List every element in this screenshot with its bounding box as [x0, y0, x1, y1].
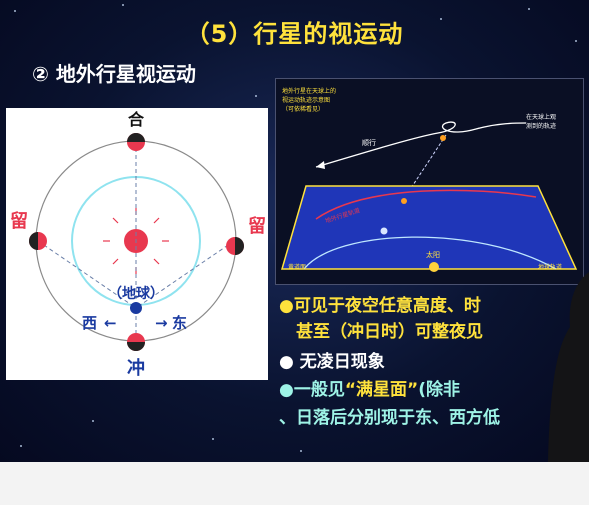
apparent-motion-svg: 地外行星在天球上的 视运动轨迹示意图 （可依稀看见） 在天球上观 测到的轨迹 顺… [281, 87, 578, 272]
note-line-2: 甚至（冲日时）可整夜见 [279, 322, 483, 342]
note-line-4b: “满星面” [344, 380, 419, 400]
star [14, 10, 16, 12]
apparent-motion-diagram: 地外行星在天球上的 视运动轨迹示意图 （可依稀看见） 在天球上观 测到的轨迹 顺… [275, 78, 584, 285]
arrow-west: ← [104, 314, 117, 332]
orbit-diagram: 合 留 留 （地球） 西 ← → 东 冲 [10, 110, 266, 379]
planet-station-left [29, 232, 47, 250]
orbit-diagram-panel: 合 留 留 （地球） 西 ← → 东 冲 [6, 108, 268, 380]
label-earth: （地球） [108, 285, 164, 302]
earth-icon [130, 302, 142, 314]
label-station-left: 留 [10, 210, 28, 232]
planet-apparent [440, 135, 446, 141]
earth-position [380, 227, 388, 235]
path-arrow [316, 161, 325, 169]
caption-line-1: 地外行星在天球上的 [282, 87, 336, 95]
star [528, 8, 530, 10]
note-line-1: ●可见于夜空任意高度、时 [279, 296, 481, 316]
slide-subtitle: ② 地外行星视运动 [32, 62, 196, 86]
label-opposition: 冲 [127, 357, 145, 379]
slide-title: （5）行星的视运动 [185, 20, 404, 48]
caption-line-3: （可依稀看见） [282, 105, 324, 113]
label-sun: 太阳 [426, 250, 440, 259]
label-conjunction: 合 [128, 110, 145, 129]
note-line-4: ●一般见“满星面”(除非 [279, 375, 460, 400]
planet-station-right [226, 237, 244, 255]
label-station-right: 留 [248, 215, 266, 237]
star [255, 95, 257, 97]
caption-right-2: 测到的轨迹 [526, 122, 556, 130]
caption-line-2: 视运动轨迹示意图 [282, 96, 330, 104]
label-earth-orbit: 地球轨道 [538, 263, 562, 271]
sun-icon [429, 262, 439, 272]
note-line-4c: (除非 [418, 380, 460, 400]
star [300, 450, 302, 452]
note-line-3: ● 无凌日现象 [279, 352, 385, 372]
note-line-4a: ●一般见 [279, 380, 345, 400]
label-ecliptic: 黄道面 [288, 263, 306, 271]
star [20, 445, 22, 447]
note-line-5: 、日落后分别现于东、西方低 [279, 408, 500, 428]
planet-conjunction [127, 133, 145, 151]
planet-opposition [127, 333, 145, 351]
planet-position [401, 198, 407, 204]
star [122, 4, 124, 6]
slide: （5）行星的视运动 ② 地外行星视运动 合 留 留 （地球） 西 ← → 东 冲… [0, 0, 589, 462]
apparent-path [315, 121, 527, 168]
star [212, 438, 214, 440]
caption-right-1: 在天球上观 [526, 113, 556, 121]
bottom-bar [0, 462, 589, 505]
label-east: 东 [172, 314, 187, 332]
label-prograde: 顺行 [362, 138, 376, 147]
presenter-silhouette [548, 272, 589, 462]
arrow-east: → [155, 314, 168, 332]
label-west: 西 [82, 314, 97, 332]
star [92, 420, 94, 422]
